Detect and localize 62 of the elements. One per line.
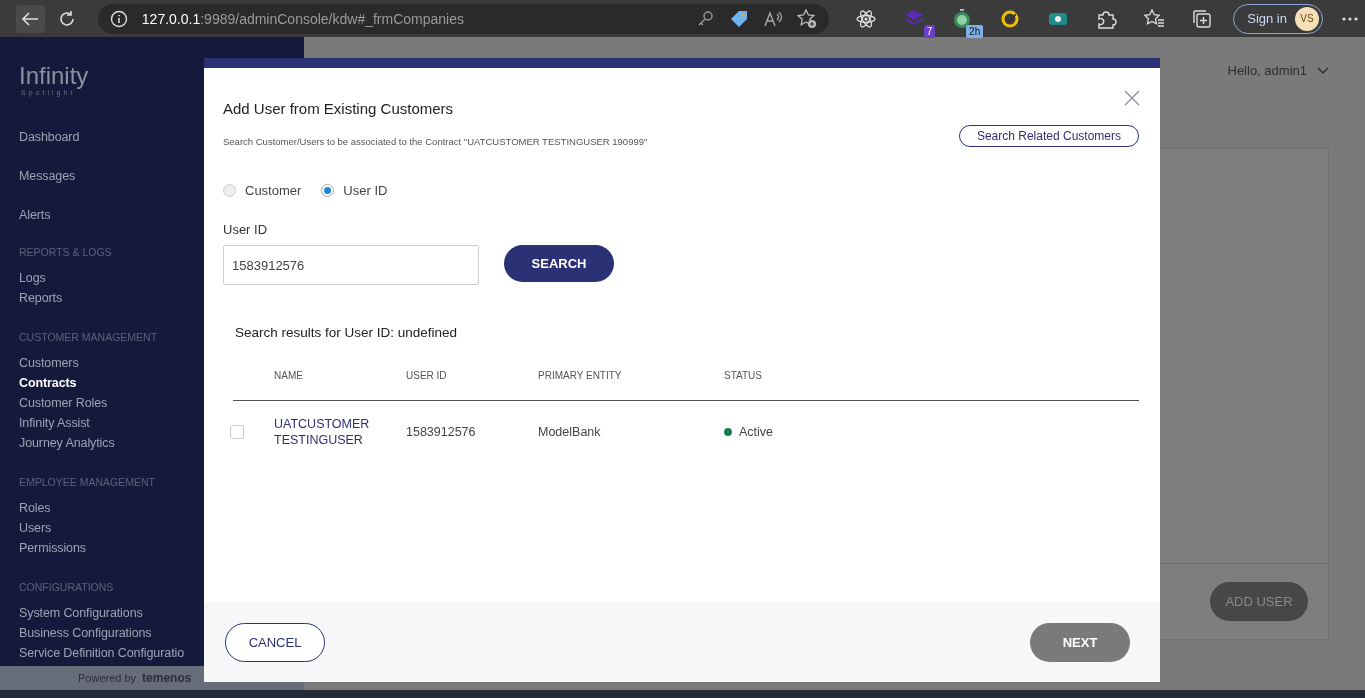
status-text: Active — [739, 425, 774, 439]
dialog-title: Add User from Existing Customers — [223, 100, 455, 117]
sidebar-item[interactable]: System Configurations — [19, 603, 143, 623]
radio-option[interactable]: Customer — [223, 183, 302, 198]
section-heading: EMPLOYEE MANAGEMENT — [19, 475, 155, 490]
greeting-text: Hello, admin1 — [1227, 63, 1307, 78]
more-icon[interactable] — [1341, 15, 1359, 22]
favorites-icon[interactable] — [1143, 7, 1166, 30]
sidebar-item[interactable]: Customer Roles — [19, 393, 108, 413]
sidebar-item[interactable]: Reports — [19, 288, 63, 308]
table-cell-text: ModelBank — [538, 425, 602, 439]
star-add-icon[interactable] — [797, 8, 818, 29]
sidebar-item[interactable]: Messages — [19, 166, 76, 186]
sidebar-item[interactable]: Business Configurations — [19, 623, 152, 643]
table-cell-text: 1583912576 — [406, 425, 477, 439]
extension-badge: 7 — [923, 24, 936, 38]
row-checkbox[interactable] — [230, 425, 244, 439]
key-icon[interactable] — [697, 9, 716, 28]
search-button[interactable]: SEARCH — [504, 245, 614, 282]
section-heading: CUSTOMER MANAGEMENT — [19, 330, 158, 345]
atom-icon[interactable] — [855, 7, 878, 30]
chevron-down-icon[interactable] — [1317, 66, 1329, 75]
avatar: VS — [1295, 6, 1319, 31]
url-text: 127.0.0.1:9989/adminConsole/kdw#_frmCompanies — [141, 10, 464, 27]
column-header: NAME — [274, 370, 304, 381]
section-heading: CONFIGURATIONS — [19, 580, 114, 595]
section-heading: REPORTS & LOGS — [19, 245, 112, 260]
column-header: PRIMARY ENTITY — [538, 370, 623, 381]
collections-icon[interactable] — [1191, 7, 1214, 30]
search-related-button[interactable]: Search Related Customers — [958, 125, 1139, 147]
cancel-button[interactable]: CANCEL — [225, 622, 325, 662]
sidebar-item[interactable]: Dashboard — [19, 127, 80, 147]
dialog-subtitle: Search Customer/Users to be associated to the Contract "UATCUSTOMER TESTINGUSER 190999" — [223, 136, 648, 147]
sidebar-item[interactable]: Logs — [19, 268, 46, 288]
reload-icon[interactable] — [58, 9, 77, 28]
info-icon — [109, 9, 128, 28]
results-title: Search results for User ID: undefined — [235, 325, 459, 340]
sidebar-item[interactable]: Users — [19, 518, 52, 538]
sidebar-item[interactable]: Contracts — [19, 373, 77, 393]
user-id-field[interactable]: 1583912576 — [223, 245, 479, 285]
table-cell-text: UATCUSTOMER TESTINGUSER — [274, 416, 371, 448]
radio-option[interactable]: User ID — [321, 183, 388, 198]
extension-badge: 2h — [966, 24, 984, 38]
brand-name: temenos — [142, 671, 192, 685]
logo-text: Infinity — [19, 63, 90, 89]
next-button[interactable]: NEXT — [1030, 622, 1130, 662]
tag-icon[interactable] — [729, 9, 750, 28]
close-icon[interactable] — [1124, 90, 1140, 106]
footer-text: Powered by — [78, 672, 137, 684]
sidebar-item[interactable]: Roles — [19, 498, 51, 518]
sidebar-item[interactable]: Infinity Assist — [19, 413, 90, 433]
sidebar-item[interactable]: Alerts — [19, 205, 51, 225]
back-icon[interactable] — [21, 10, 40, 27]
sidebar-item[interactable]: Permissions — [19, 538, 86, 558]
column-header: USER ID — [406, 370, 448, 381]
sidebar-item[interactable]: Customers — [19, 353, 79, 373]
sidebar-item[interactable]: Service Definition Configuratio — [19, 643, 185, 663]
column-header: STATUS — [724, 370, 763, 381]
sidebar-item[interactable]: Journey Analytics — [19, 433, 115, 453]
field-label: User ID — [223, 222, 269, 237]
read-aloud-icon[interactable] — [763, 9, 784, 28]
address-bar[interactable]: 127.0.0.1:9989/adminConsole/kdw#_frmCompanies — [97, 3, 830, 34]
